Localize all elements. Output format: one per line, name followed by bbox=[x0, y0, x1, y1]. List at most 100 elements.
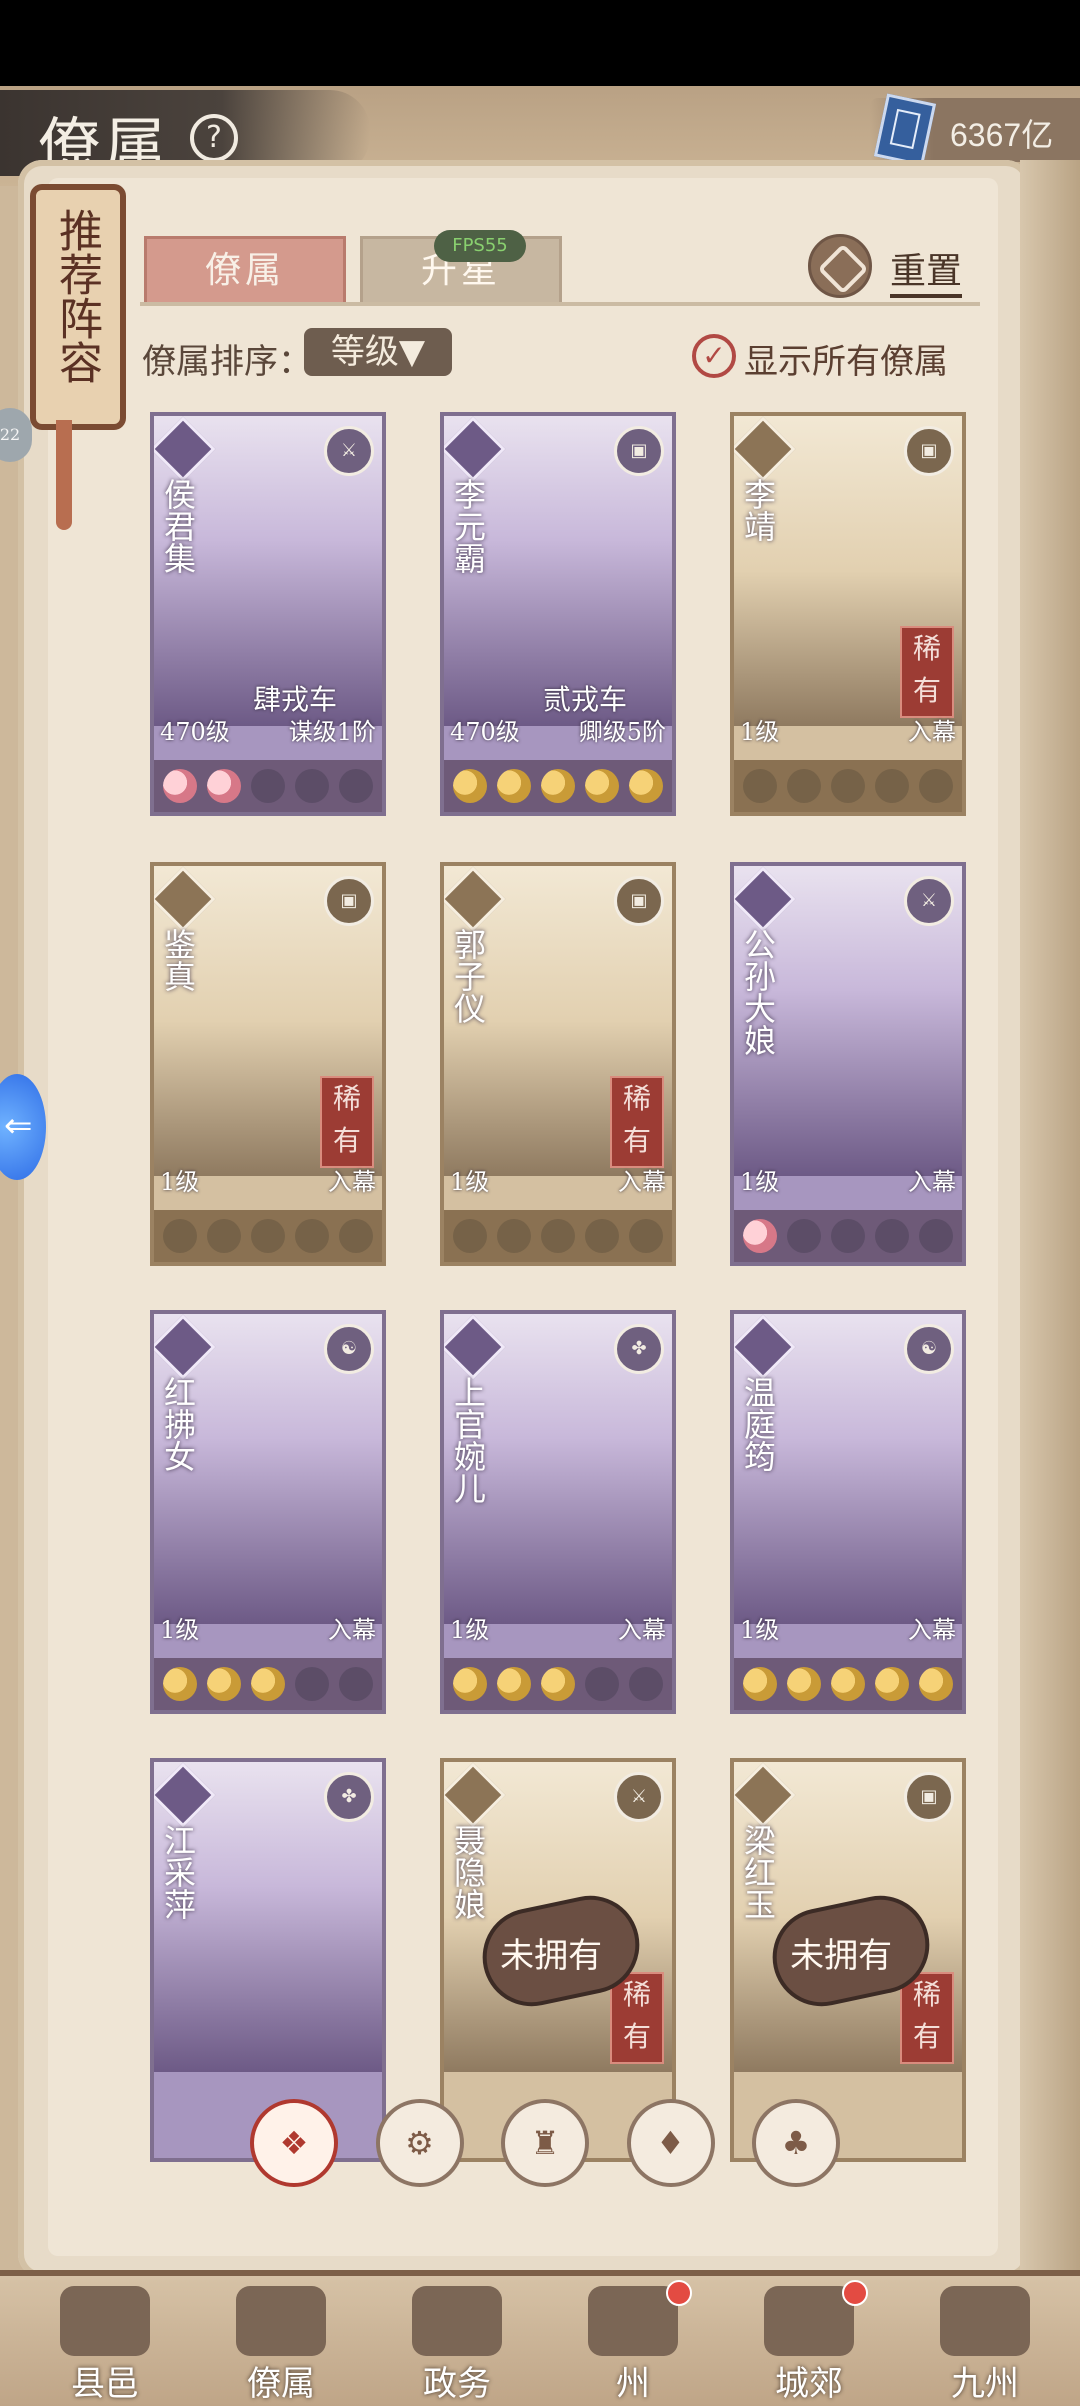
level-text: 1级 bbox=[160, 1616, 200, 1644]
faction-all-icon[interactable]: ❖ bbox=[250, 2099, 338, 2187]
nav-icon bbox=[588, 2286, 678, 2356]
nav-label: 城郊 bbox=[775, 2364, 843, 2404]
tassel-decoration bbox=[56, 420, 72, 530]
subordinate-card[interactable]: ⚔ 公孙大娘 1级 入幕 bbox=[730, 862, 966, 1266]
star-icon bbox=[339, 1219, 373, 1253]
character-name: 李元霸 bbox=[449, 478, 487, 574]
class-icon: ▣ bbox=[904, 426, 954, 476]
subordinate-card[interactable]: ▣ 郭子仪 稀有 1级 入幕 bbox=[440, 862, 676, 1266]
star-icon bbox=[163, 1667, 197, 1701]
subordinate-card[interactable]: ✤ 上官婉儿 1级 入幕 bbox=[440, 1310, 676, 1714]
star-icon bbox=[163, 1219, 197, 1253]
rare-badge: 稀有 bbox=[610, 1972, 664, 2064]
status-text: 卿级5阶 bbox=[578, 718, 666, 746]
faction-3-icon[interactable]: ♦ bbox=[626, 2099, 715, 2187]
class-icon: ✤ bbox=[324, 1772, 374, 1822]
tab-subordinates[interactable]: 僚属 bbox=[144, 236, 346, 306]
star-row bbox=[444, 1210, 672, 1262]
nav-item[interactable]: 政务 bbox=[372, 2286, 542, 2404]
rare-badge: 稀有 bbox=[900, 626, 954, 718]
class-icon: ⚔ bbox=[324, 426, 374, 476]
star-row bbox=[154, 1658, 382, 1710]
nav-item[interactable]: 州 bbox=[548, 2280, 718, 2404]
locked-text: 未拥有 bbox=[790, 1936, 893, 1977]
star-icon bbox=[919, 1667, 953, 1701]
status-text: 入幕 bbox=[328, 1168, 376, 1196]
star-icon bbox=[295, 1667, 329, 1701]
subordinate-card[interactable]: ▣ 鉴真 稀有 1级 入幕 bbox=[150, 862, 386, 1266]
nav-icon bbox=[60, 2286, 150, 2356]
nav-item[interactable]: 九州 bbox=[900, 2286, 1070, 2404]
star-icon bbox=[875, 1667, 909, 1701]
star-row bbox=[444, 760, 672, 812]
subordinate-card[interactable]: ☯ 红拂女 1级 入幕 bbox=[150, 1310, 386, 1714]
rare-badge: 稀有 bbox=[900, 1972, 954, 2064]
subordinate-card[interactable]: ▣ 李靖 稀有 1级 入幕 bbox=[730, 412, 966, 816]
level-text: 1级 bbox=[740, 1168, 780, 1196]
help-icon[interactable]: ? bbox=[190, 114, 238, 162]
subordinate-card[interactable]: ⚔ 侯君集 肆戎车 470级 谋级1阶 bbox=[150, 412, 386, 816]
show-all-label[interactable]: 显示所有僚属 bbox=[744, 334, 948, 383]
rare-badge: 稀有 bbox=[320, 1076, 374, 1168]
sort-dropdown[interactable]: 等级▼ bbox=[304, 328, 452, 376]
nav-label: 僚属 bbox=[247, 2364, 315, 2404]
star-icon bbox=[919, 1219, 953, 1253]
nav-item[interactable]: 城郊 bbox=[724, 2280, 894, 2404]
character-name: 江采萍 bbox=[159, 1824, 197, 1920]
star-icon bbox=[453, 1219, 487, 1253]
star-icon bbox=[295, 1219, 329, 1253]
faction-4-icon[interactable]: ♣ bbox=[752, 2099, 840, 2187]
character-name: 聂隐娘 bbox=[449, 1824, 487, 1920]
show-all-check-icon[interactable]: ✓ bbox=[692, 334, 736, 378]
character-name: 红拂女 bbox=[159, 1376, 197, 1472]
sort-label: 僚属排序： bbox=[142, 342, 312, 382]
star-icon bbox=[497, 1667, 531, 1701]
star-row bbox=[734, 760, 962, 812]
status-text: 入幕 bbox=[618, 1168, 666, 1196]
star-icon bbox=[787, 1219, 821, 1253]
star-icon bbox=[251, 769, 285, 803]
nav-label: 政务 bbox=[423, 2364, 491, 2404]
star-icon bbox=[453, 1667, 487, 1701]
nav-icon bbox=[412, 2286, 502, 2356]
star-icon bbox=[629, 769, 663, 803]
locked-text: 未拥有 bbox=[500, 1936, 603, 1977]
nav-item[interactable]: 僚属 bbox=[196, 2286, 366, 2404]
star-icon bbox=[541, 1667, 575, 1701]
nav-label: 九州 bbox=[951, 2364, 1019, 2404]
star-icon bbox=[629, 1667, 663, 1701]
level-text: 470级 bbox=[450, 718, 520, 746]
star-row bbox=[444, 1658, 672, 1710]
nav-label: 州 bbox=[616, 2364, 650, 2404]
class-icon: ▣ bbox=[324, 876, 374, 926]
subordinate-card[interactable]: ☯ 温庭筠 1级 入幕 bbox=[730, 1310, 966, 1714]
nav-icon bbox=[236, 2286, 326, 2356]
reset-button[interactable]: 重置 bbox=[890, 242, 963, 298]
character-name: 梁红玉 bbox=[739, 1824, 777, 1920]
nav-icon bbox=[764, 2286, 854, 2356]
rare-badge: 稀有 bbox=[610, 1076, 664, 1168]
status-text: 入幕 bbox=[618, 1616, 666, 1644]
nav-icon bbox=[940, 2286, 1030, 2356]
star-row bbox=[734, 1210, 962, 1262]
character-name: 侯君集 bbox=[159, 478, 197, 574]
star-icon bbox=[541, 769, 575, 803]
star-icon bbox=[875, 1219, 909, 1253]
star-row bbox=[154, 1210, 382, 1262]
nav-item[interactable]: 县邑 bbox=[20, 2286, 190, 2404]
star-icon bbox=[207, 1219, 241, 1253]
notification-dot bbox=[666, 2280, 692, 2306]
faction-2-icon[interactable]: ♜ bbox=[501, 2099, 589, 2187]
star-icon bbox=[875, 769, 909, 803]
character-name: 郭子仪 bbox=[449, 928, 487, 1024]
level-text: 1级 bbox=[450, 1616, 490, 1644]
reset-icon[interactable] bbox=[808, 234, 872, 298]
subordinate-card[interactable]: ▣ 李元霸 贰戎车 470级 卿级5阶 bbox=[440, 412, 676, 816]
class-icon: ☯ bbox=[324, 1324, 374, 1374]
notification-dot bbox=[842, 2280, 868, 2306]
recommended-lineup-text: 推荐阵容 bbox=[51, 208, 102, 384]
level-text: 1级 bbox=[160, 1168, 200, 1196]
status-text: 谋级1阶 bbox=[288, 718, 376, 746]
faction-1-icon[interactable]: ⚙ bbox=[375, 2099, 464, 2187]
faction-filter-row: ❖ ⚙ ♜ ♦ ♣ bbox=[250, 2098, 840, 2188]
